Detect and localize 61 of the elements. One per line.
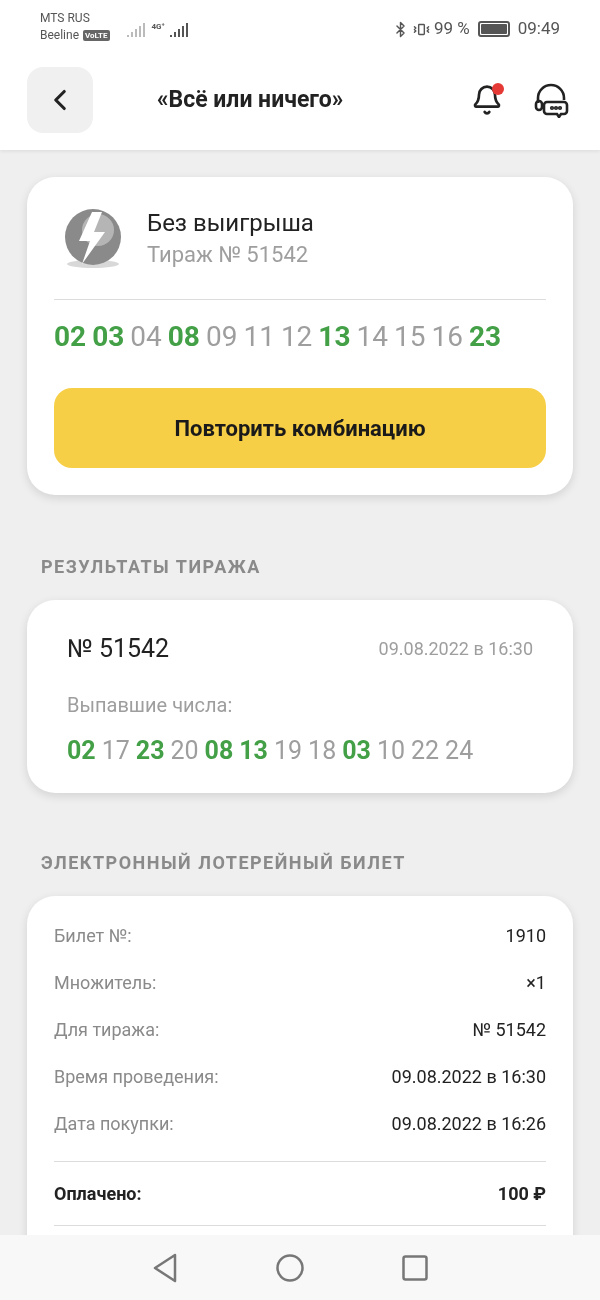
clock: 09:49 bbox=[517, 17, 560, 41]
lottery-number: 08 bbox=[167, 319, 200, 355]
drawn-numbers-label: Выпавшие числа: bbox=[67, 691, 234, 719]
battery-icon bbox=[477, 21, 510, 37]
lottery-number: 23 bbox=[468, 319, 502, 355]
lottery-number: 17 bbox=[101, 734, 130, 767]
lottery-number: 11 bbox=[243, 319, 275, 355]
ticket-value: 09.08.2022 в 16:26 bbox=[391, 1112, 546, 1136]
lottery-number: 04 bbox=[130, 319, 162, 355]
back-nav-icon[interactable] bbox=[152, 1252, 178, 1283]
ticket-label: Дата покупки: bbox=[54, 1112, 174, 1136]
repeat-combination-button[interactable]: Повторить комбинацию bbox=[54, 388, 546, 468]
volte-badge: VoLTE bbox=[83, 30, 110, 41]
section-heading: РЕЗУЛЬТАТЫ ТИРАЖА bbox=[41, 555, 262, 579]
signal-icon bbox=[125, 21, 148, 37]
home-nav-icon[interactable] bbox=[276, 1253, 304, 1282]
carrier-name: MTS RUS bbox=[40, 10, 91, 27]
lottery-number: 13 bbox=[318, 319, 351, 355]
lottery-number: 02 bbox=[67, 734, 96, 767]
carrier-name: Beeline bbox=[40, 27, 80, 44]
ticket-value: 09.08.2022 в 16:30 bbox=[391, 1065, 546, 1089]
lottery-number: 03 bbox=[342, 734, 371, 767]
ticket-label: Билет №: bbox=[54, 924, 132, 948]
ticket-value: № 51542 bbox=[472, 1018, 546, 1042]
battery-percent: 99 % bbox=[433, 17, 470, 41]
lottery-number: 12 bbox=[280, 319, 313, 355]
ticket-label: Для тиража: bbox=[54, 1018, 160, 1042]
ticket-value: 1910 bbox=[505, 924, 546, 948]
lottery-number: 19 bbox=[273, 734, 303, 767]
lottery-number: 09 bbox=[205, 319, 238, 355]
signal-icon bbox=[168, 21, 191, 37]
draw-number: № 51542 bbox=[67, 633, 170, 665]
lottery-number: 02 bbox=[54, 319, 87, 355]
lottery-number: 03 bbox=[92, 319, 125, 355]
headset-chat-icon bbox=[533, 82, 569, 118]
network-type: 4G⁺ bbox=[151, 21, 165, 33]
bell-icon bbox=[471, 84, 503, 116]
page-title: «Всё или ничего» bbox=[157, 84, 344, 115]
ticket-label: Время проведения: bbox=[54, 1065, 219, 1089]
lottery-number: 20 bbox=[170, 734, 199, 767]
lightning-ball-icon bbox=[62, 208, 124, 270]
draw-number: Тираж № 51542 bbox=[147, 241, 310, 269]
result-status: Без выигрыша bbox=[147, 208, 314, 239]
ticket-label: Множитель: bbox=[54, 971, 157, 995]
lottery-number: 16 bbox=[431, 319, 463, 355]
ticket-value: ×1 bbox=[526, 971, 546, 995]
ticket-label: Оплачено: bbox=[54, 1182, 142, 1206]
recents-nav-icon[interactable] bbox=[402, 1254, 428, 1281]
lottery-number: 13 bbox=[239, 734, 268, 767]
lottery-number: 08 bbox=[204, 734, 234, 767]
back-button[interactable] bbox=[27, 67, 93, 133]
lottery-number: 23 bbox=[135, 734, 165, 767]
lottery-number: 10 bbox=[376, 734, 405, 767]
lottery-number: 22 bbox=[411, 734, 440, 767]
section-heading: ЭЛЕКТРОННЫЙ ЛОТЕРЕЙНЫЙ БИЛЕТ bbox=[41, 851, 407, 875]
lottery-number: 18 bbox=[308, 734, 337, 767]
ticket-value: 100 ₽ bbox=[497, 1182, 546, 1206]
lottery-number: 15 bbox=[394, 319, 426, 355]
draw-date: 09.08.2022 в 16:30 bbox=[378, 637, 533, 662]
lottery-number: 14 bbox=[356, 319, 388, 355]
lottery-number: 24 bbox=[445, 734, 474, 767]
